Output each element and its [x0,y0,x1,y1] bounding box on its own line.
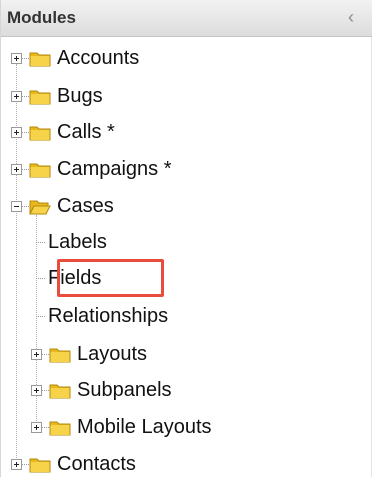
tree-item-cases[interactable]: Cases [11,191,114,221]
tree-item-subpanels[interactable]: Subpanels [31,375,172,405]
expand-icon[interactable] [31,384,42,396]
folder-icon [29,52,51,66]
folder-icon [49,384,71,398]
tree-item-label[interactable]: Subpanels [77,379,172,402]
tree-item-label[interactable]: Layouts [77,343,147,366]
tree-connector [42,426,49,428]
folder-icon [29,90,51,104]
expand-icon[interactable] [11,458,22,470]
tree-item-mobile-layouts[interactable]: Mobile Layouts [31,412,212,442]
tree-item-label[interactable]: Calls * [57,121,115,144]
folder-icon [49,348,71,362]
tree-item-label[interactable]: Cases [57,195,114,218]
tree-connector [36,315,45,317]
tree-connector [22,463,29,465]
collapse-tree-icon[interactable] [11,200,22,212]
tree-item-campaigns[interactable]: Campaigns * [11,154,172,184]
tree-connector [22,168,29,170]
panel-title: Modules [7,8,76,27]
tree-connector [42,353,49,355]
tree-connector [36,277,45,279]
tree-item-layouts[interactable]: Layouts [31,339,147,369]
folder-icon [29,458,51,472]
modules-panel: Modules ‹ Accounts Bugs Calls * Campaign… [0,0,372,477]
expand-icon[interactable] [31,421,42,433]
tree-item-label[interactable]: Mobile Layouts [77,416,212,439]
collapse-icon[interactable]: ‹ [348,8,354,26]
expand-icon[interactable] [11,163,22,175]
open-folder-icon [29,200,51,214]
tree-item-label[interactable]: Accounts [57,47,139,70]
tree-item-label[interactable]: Contacts [57,453,136,476]
panel-header: Modules ‹ [1,0,372,37]
tree-connector [22,205,29,207]
tree-connector [22,95,29,97]
tree-connector [42,389,49,391]
tree-item-accounts[interactable]: Accounts [11,43,139,73]
expand-icon[interactable] [11,126,22,138]
expand-icon[interactable] [31,348,42,360]
tree-item-label[interactable]: Campaigns * [57,158,172,181]
tree-item-label[interactable]: Relationships [48,305,168,328]
tree-item-label[interactable]: Bugs [57,85,103,108]
tree-connector [22,57,29,59]
fields-highlight-box [57,259,164,297]
expand-icon[interactable] [11,52,22,64]
tree-item-labels[interactable]: Labels [36,227,107,257]
folder-icon [29,126,51,140]
tree-item-relationships[interactable]: Relationships [36,301,168,331]
tree-item-label[interactable]: Labels [48,231,107,254]
tree-connector [36,241,45,243]
folder-icon [49,421,71,435]
tree-item-bugs[interactable]: Bugs [11,81,103,111]
folder-icon [29,163,51,177]
tree-item-calls[interactable]: Calls * [11,117,115,147]
tree-connector [22,131,29,133]
expand-icon[interactable] [11,90,22,102]
tree-item-contacts[interactable]: Contacts [11,449,136,479]
